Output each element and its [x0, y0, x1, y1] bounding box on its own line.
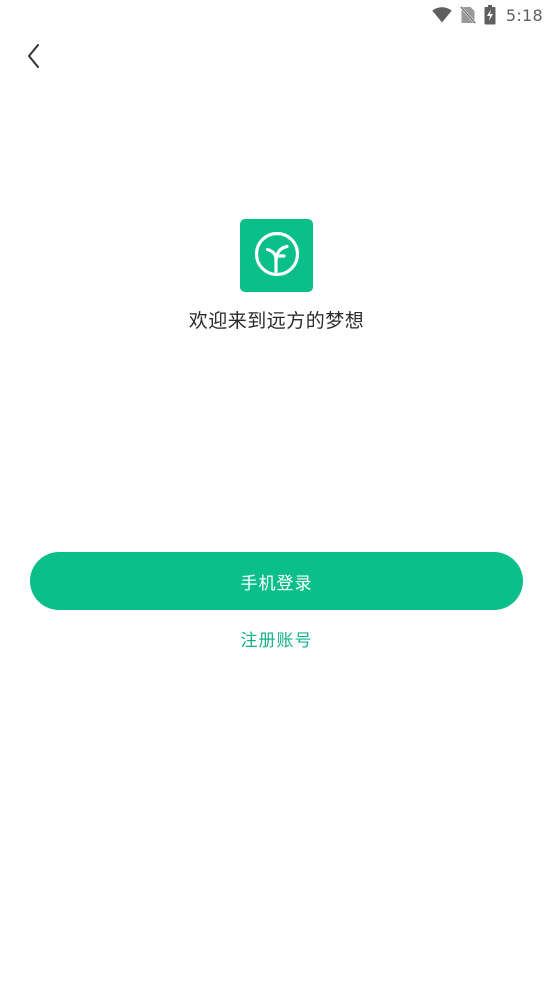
phone-login-button[interactable]: 手机登录 [30, 552, 523, 610]
status-time: 5:18 [505, 5, 543, 25]
register-link[interactable]: 注册账号 [0, 627, 553, 655]
status-bar: 5:18 [0, 0, 553, 30]
sprout-icon [249, 226, 305, 286]
battery-charging-icon [484, 5, 496, 25]
status-icons: 5:18 [432, 4, 543, 26]
welcome-text: 欢迎来到远方的梦想 [188, 310, 365, 332]
welcome-screen: 5:18 欢迎来到远方的梦想 手机登录 注册账号 [0, 0, 553, 983]
app-logo [240, 219, 313, 292]
chevron-left-icon [26, 43, 42, 73]
wifi-icon [432, 7, 452, 23]
no-sim-icon [459, 6, 476, 24]
back-button[interactable] [14, 40, 54, 76]
